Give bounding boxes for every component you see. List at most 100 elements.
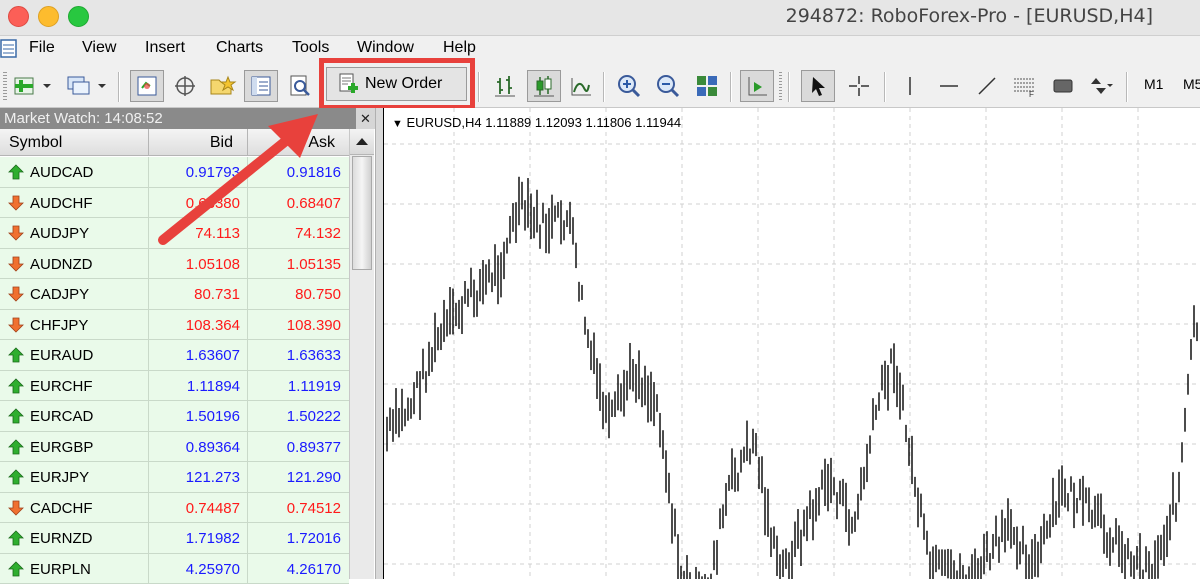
- up-arrow-icon: [350, 129, 374, 155]
- bar-chart-icon: [493, 74, 517, 98]
- row-bid: 0.91793: [150, 164, 240, 181]
- app-icon[interactable]: [0, 38, 18, 60]
- scroll-up-button[interactable]: [350, 129, 374, 155]
- row-ask: 0.91816: [248, 164, 341, 181]
- timeframe-m5-button[interactable]: M5: [1183, 76, 1200, 92]
- market-watch-close-button[interactable]: ✕: [356, 108, 375, 129]
- new-order-highlight-box: [319, 58, 475, 110]
- scroll-thumb[interactable]: [352, 156, 372, 270]
- candlestick-icon: [532, 74, 556, 98]
- market-watch-button[interactable]: [130, 70, 164, 102]
- chart-window[interactable]: ▼ EURUSD,H4 1.11889 1.12093 1.11806 1.11…: [383, 108, 1200, 579]
- market-watch-row[interactable]: EURGBP0.893640.89377: [0, 432, 349, 463]
- autoscroll-button[interactable]: [740, 70, 774, 102]
- market-watch-row[interactable]: EURJPY121.273121.290: [0, 462, 349, 493]
- row-ask: 1.05135: [248, 256, 341, 273]
- row-bid: 1.50196: [150, 408, 240, 425]
- toolbar-grip[interactable]: [779, 72, 782, 102]
- trendline-button[interactable]: [970, 70, 1004, 102]
- price-down-arrow-icon: [8, 317, 24, 333]
- market-watch-row[interactable]: EURAUD1.636071.63633: [0, 340, 349, 371]
- market-watch-icon: [135, 74, 159, 98]
- price-up-arrow-icon: [8, 439, 24, 455]
- horizontal-line-button[interactable]: [932, 70, 966, 102]
- column-ask[interactable]: Ask: [248, 129, 349, 156]
- market-watch-row[interactable]: EURNZD1.719821.72016: [0, 523, 349, 554]
- strategy-tester-button[interactable]: [283, 70, 317, 102]
- column-symbol[interactable]: Symbol: [0, 129, 149, 156]
- cell-divider: [148, 310, 149, 340]
- maximize-window-button[interactable]: [68, 6, 89, 27]
- crosshair-tool-icon: [847, 74, 871, 98]
- menu-view[interactable]: View: [82, 39, 116, 57]
- market-watch-row[interactable]: CADCHF0.744870.74512: [0, 493, 349, 524]
- row-symbol: AUDNZD: [30, 256, 93, 273]
- cursor-arrow-icon: [806, 74, 830, 98]
- row-bid: 80.731: [150, 286, 240, 303]
- tile-windows-button[interactable]: [690, 70, 724, 102]
- market-watch-row[interactable]: EURPLN4.259704.26170: [0, 554, 349, 584]
- minimize-window-button[interactable]: [38, 6, 59, 27]
- column-bid[interactable]: Bid: [149, 129, 248, 156]
- bar-chart-button[interactable]: [488, 70, 522, 102]
- fibonacci-button[interactable]: F: [1008, 70, 1042, 102]
- toolbar-separator: [1126, 72, 1128, 102]
- cell-divider: [148, 188, 149, 218]
- trendline-icon: [975, 74, 999, 98]
- data-window-button[interactable]: [168, 70, 202, 102]
- row-ask: 0.89377: [248, 439, 341, 456]
- market-watch-row[interactable]: AUDCAD0.917930.91816: [0, 157, 349, 188]
- candlestick-button[interactable]: [527, 70, 561, 102]
- price-down-arrow-icon: [8, 500, 24, 516]
- market-watch-header-row: Symbol Bid Ask: [0, 129, 349, 156]
- menu-file[interactable]: File: [29, 39, 55, 57]
- market-watch-row[interactable]: CHFJPY108.364108.390: [0, 310, 349, 341]
- toolbar-grip[interactable]: [3, 72, 7, 102]
- new-chart-button[interactable]: [11, 70, 55, 102]
- svg-text:F: F: [1029, 90, 1034, 98]
- panel-splitter[interactable]: [375, 108, 383, 579]
- row-bid: 1.05108: [150, 256, 240, 273]
- vertical-line-button[interactable]: [893, 70, 927, 102]
- navigator-button[interactable]: [205, 70, 241, 102]
- row-ask: 74.132: [248, 225, 341, 242]
- market-watch-row[interactable]: EURCAD1.501961.50222: [0, 401, 349, 432]
- close-window-button[interactable]: [8, 6, 29, 27]
- market-watch-row[interactable]: AUDCHF0.683800.68407: [0, 188, 349, 219]
- autoscroll-icon: [745, 74, 769, 98]
- folder-star-icon: [209, 74, 237, 98]
- arrows-button[interactable]: [1084, 70, 1118, 102]
- menu-charts[interactable]: Charts: [216, 39, 263, 57]
- price-up-arrow-icon: [8, 561, 24, 577]
- row-ask: 108.390: [248, 317, 341, 334]
- shapes-button[interactable]: [1046, 70, 1080, 102]
- row-symbol: CADJPY: [30, 286, 89, 303]
- chart-info-text: EURUSD,H4 1.11889 1.12093 1.11806 1.1194…: [407, 115, 682, 130]
- line-chart-icon: [569, 74, 593, 98]
- row-symbol: EURGBP: [30, 439, 93, 456]
- rectangle-icon: [1051, 74, 1075, 98]
- zoom-out-button[interactable]: [651, 70, 685, 102]
- market-watch-scrollbar[interactable]: [349, 129, 374, 579]
- market-watch-row[interactable]: EURCHF1.118941.11919: [0, 371, 349, 402]
- title-bar: 294872: RoboForex-Pro - [EURUSD,H4]: [0, 0, 1200, 36]
- line-chart-button[interactable]: [564, 70, 598, 102]
- price-chart[interactable]: [384, 108, 1200, 579]
- menu-insert[interactable]: Insert: [145, 39, 185, 57]
- terminal-button[interactable]: [244, 70, 278, 102]
- crosshair-tool-button[interactable]: [842, 70, 876, 102]
- cell-divider: [148, 462, 149, 492]
- menu-tools[interactable]: Tools: [292, 39, 329, 57]
- market-watch-row[interactable]: AUDNZD 1.05108 1.05135: [0, 249, 349, 280]
- market-watch-row[interactable]: CADJPY80.73180.750: [0, 279, 349, 310]
- zoom-in-button[interactable]: [612, 70, 646, 102]
- price-up-arrow-icon: [8, 164, 24, 180]
- market-watch-row[interactable]: AUDJPY74.11374.132: [0, 218, 349, 249]
- row-ask: 4.26170: [248, 561, 341, 578]
- timeframe-m1-button[interactable]: M1: [1144, 76, 1163, 92]
- menu-help[interactable]: Help: [443, 39, 476, 57]
- profiles-button[interactable]: [62, 70, 110, 102]
- cursor-button[interactable]: [801, 70, 835, 102]
- chart-dropdown-icon[interactable]: ▼: [392, 118, 403, 130]
- menu-window[interactable]: Window: [357, 39, 414, 57]
